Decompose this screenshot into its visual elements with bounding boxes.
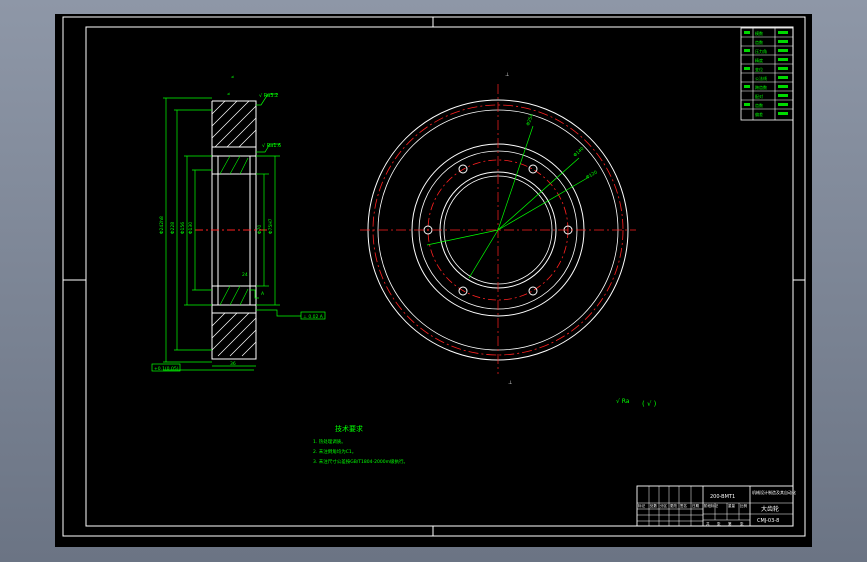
svg-text:比例: 比例: [740, 503, 748, 508]
svg-text:齿数: 齿数: [755, 102, 763, 108]
svg-text:Φ254: Φ254: [525, 113, 535, 127]
parameter-table: 模数 齿数 压力角 精度 变位 公法线 跨齿数 配对 齿数 偏差: [740, 27, 794, 121]
svg-text:⊥ 0.02 A: ⊥ 0.02 A: [303, 314, 324, 320]
roughness-label-bore: √ Ra1.6: [262, 143, 281, 149]
title-block: 标记 处数 分区 更改 签名 日期 阶段标记 重量 比例 共 张 第 张 200…: [636, 485, 796, 527]
title-part-name: 大齿轮: [761, 505, 779, 513]
front-bottom-mark: ⊥: [508, 380, 512, 386]
svg-text:共: 共: [706, 521, 710, 526]
svg-text:Φ156: Φ156: [180, 222, 186, 234]
side-view-dim-texts: Φ242h8 Φ228 Φ156 Φ130 Φ70 Φ75H7 ≠ 24: [159, 91, 274, 278]
svg-text:齿数: 齿数: [755, 39, 763, 45]
svg-text:Φ242h8: Φ242h8: [159, 216, 165, 234]
tech-req-item-3: 3. 未注尺寸公差按GB/T1804-2000m级执行。: [313, 458, 408, 465]
svg-text:签名: 签名: [680, 503, 687, 508]
svg-text:Φ70: Φ70: [257, 225, 263, 234]
datum-mark: A: [261, 291, 265, 297]
svg-text:变位: 变位: [755, 66, 763, 72]
svg-text:精度: 精度: [755, 57, 763, 63]
svg-text:张: 张: [740, 521, 744, 526]
title-school: 机械设计制造及其自动化: [752, 489, 796, 495]
roughness-label-top: √ Ra3.2: [259, 93, 278, 99]
svg-text:分区: 分区: [660, 503, 668, 508]
inner-border: [85, 26, 794, 527]
svg-text:偏差: 偏差: [755, 111, 763, 117]
svg-text:Φ228: Φ228: [170, 222, 176, 234]
svg-text:标记: 标记: [638, 503, 646, 508]
front-dim-leaders: [426, 125, 590, 279]
svg-text:处数: 处数: [650, 503, 658, 508]
svg-text:24: 24: [242, 272, 248, 278]
bottom-dim-right: 36: [230, 361, 236, 367]
svg-text:重量: 重量: [728, 503, 736, 508]
drawing-sheet: Φ242h8 Φ228 Φ156 Φ130 Φ70 Φ75H7 ≠ 24 √ R…: [62, 16, 806, 537]
tech-req-item-1: 1. 热处理调质。: [313, 438, 346, 445]
svg-text:阶段标记: 阶段标记: [704, 503, 718, 508]
svg-text:公法线: 公法线: [755, 75, 767, 81]
svg-text:日期: 日期: [692, 503, 700, 508]
svg-text:Φ75H7: Φ75H7: [268, 218, 274, 234]
svg-text:Φ130: Φ130: [188, 222, 194, 234]
title-scale-material: 200-BMT1: [710, 494, 735, 500]
tech-req-item-2: 2. 未注倒角均为C1。: [313, 448, 356, 455]
svg-text:√ Ra: √ Ra: [616, 398, 630, 405]
tolerance-frame: ⊥ 0.02 A: [300, 311, 326, 320]
cad-viewport[interactable]: Φ242h8 Φ228 Φ156 Φ130 Φ70 Φ75H7 ≠ 24 √ R…: [55, 14, 812, 547]
front-top-mark: ⊥: [505, 72, 509, 78]
svg-text:第: 第: [728, 521, 732, 526]
side-small-mark: ≠: [231, 74, 234, 79]
svg-text:张: 张: [717, 521, 721, 526]
svg-text:压力角: 压力角: [755, 48, 767, 54]
title-drawing-number: CMJ-03-8: [757, 518, 779, 524]
svg-text:Φ120: Φ120: [585, 169, 599, 180]
svg-text:≠: ≠: [227, 91, 230, 96]
bottom-dim-box: +0.1(0.05): [151, 363, 181, 372]
technical-requirements: 技术要求 1. 热处理调质。 2. 未注倒角均为C1。 3. 未注尺寸公差按GB…: [313, 424, 408, 465]
surface-finish-note: √ Ra ( √ ): [616, 398, 657, 408]
svg-text:Φ140: Φ140: [572, 146, 585, 159]
svg-text:( √ ): ( √ ): [642, 400, 657, 408]
svg-text:+0.1(0.05): +0.1(0.05): [154, 366, 179, 372]
svg-text:更改: 更改: [670, 503, 678, 508]
tech-req-title: 技术要求: [335, 424, 363, 433]
svg-text:跨齿数: 跨齿数: [755, 84, 767, 90]
svg-text:模数: 模数: [755, 30, 763, 36]
svg-text:配对: 配对: [755, 93, 763, 99]
front-view: Φ254 Φ140 Φ120 ⊥ ⊥: [360, 72, 636, 386]
